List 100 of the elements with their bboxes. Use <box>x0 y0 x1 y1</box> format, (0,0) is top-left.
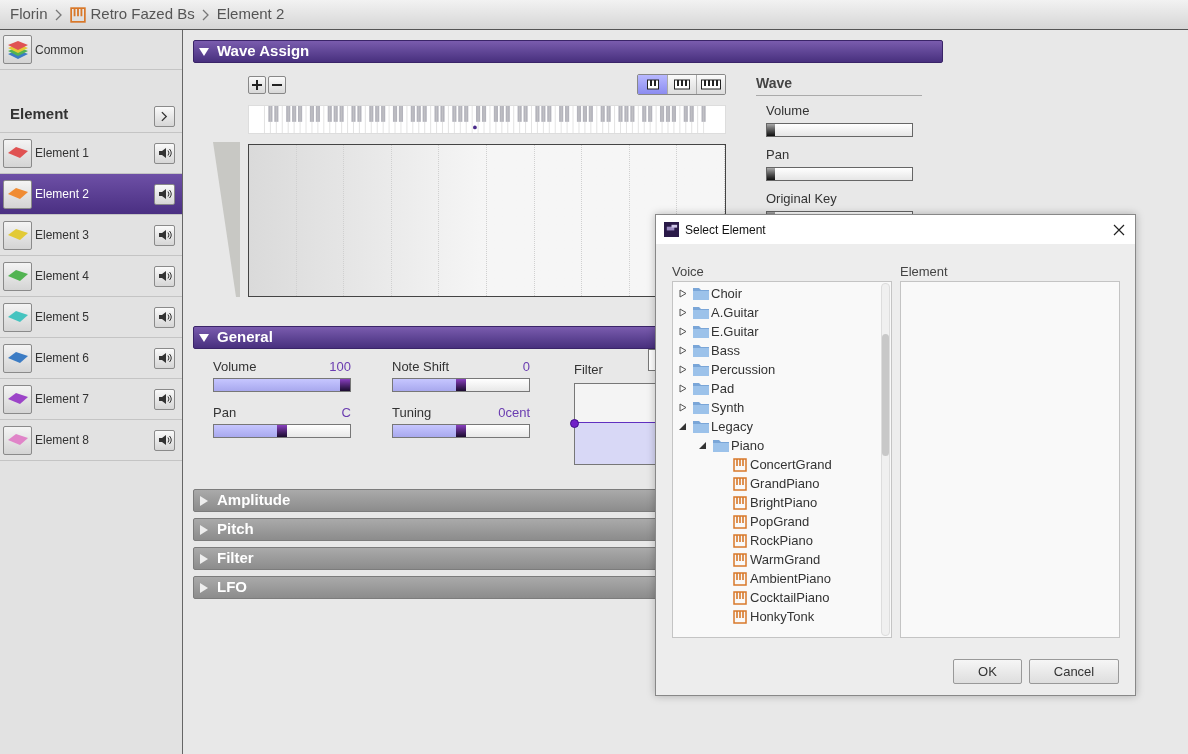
slider-thumb[interactable] <box>277 425 287 437</box>
common-button[interactable] <box>3 35 32 64</box>
expand-button[interactable] <box>154 106 175 127</box>
chevron-icon <box>201 8 210 21</box>
app-icon <box>664 222 679 237</box>
speaker-button[interactable] <box>154 347 175 369</box>
collapsed-triangle-icon[interactable] <box>679 289 687 298</box>
element-icon-button[interactable] <box>3 220 32 250</box>
element-row[interactable]: Element 3 <box>0 215 182 256</box>
section-header[interactable]: Wave Assign <box>193 40 943 63</box>
tree-item[interactable]: A.Guitar <box>673 303 891 322</box>
slider-label: Tuning <box>392 405 432 421</box>
tree-item[interactable]: Pad <box>673 379 891 398</box>
speaker-button[interactable] <box>154 429 175 451</box>
tree-item-label: HonkyTonk <box>750 607 815 626</box>
speaker-icon <box>157 393 172 405</box>
filter-label: Filter <box>574 361 603 379</box>
slider-thumb[interactable] <box>767 124 775 136</box>
slider-thumb[interactable] <box>456 425 466 437</box>
collapsed-triangle-icon[interactable] <box>679 308 687 317</box>
speaker-button[interactable] <box>154 183 175 205</box>
wave-heading: Wave <box>756 73 922 96</box>
filter-handle[interactable] <box>570 418 579 428</box>
folder-icon <box>693 382 709 395</box>
slider-thumb[interactable] <box>340 379 350 391</box>
slider-track[interactable] <box>766 167 913 181</box>
keyboard-zoom-button[interactable] <box>667 75 696 94</box>
keyboard-zoom-button[interactable] <box>696 75 725 94</box>
tree-item[interactable]: Percussion <box>673 360 891 379</box>
element-label: Element 6 <box>35 350 91 367</box>
speaker-button[interactable] <box>154 142 175 164</box>
element-icon-button[interactable] <box>3 261 32 291</box>
slider-label: Pan <box>213 405 237 421</box>
element-label: Element 2 <box>35 186 91 203</box>
speaker-button[interactable] <box>154 265 175 287</box>
element-icon-button[interactable] <box>3 138 32 168</box>
expand-arrow-icon <box>199 582 209 593</box>
speaker-button[interactable] <box>154 224 175 246</box>
zoom-in-button[interactable] <box>248 75 266 94</box>
breadcrumb-item[interactable]: Florin <box>10 3 48 26</box>
scrollbar[interactable] <box>881 283 890 636</box>
tree-item[interactable]: Legacy <box>673 417 891 436</box>
breadcrumb-item[interactable]: Element 2 <box>216 3 285 26</box>
slider-thumb[interactable] <box>767 168 775 180</box>
expand-arrow-icon <box>199 524 209 535</box>
collapsed-triangle-icon[interactable] <box>679 346 687 355</box>
folder-icon <box>713 439 729 452</box>
element-icon-button[interactable] <box>3 343 32 373</box>
tree-item-label: Piano <box>731 436 765 455</box>
slider-track[interactable] <box>213 378 351 392</box>
element-icon-button[interactable] <box>3 302 32 332</box>
collapsed-triangle-icon[interactable] <box>679 384 687 393</box>
slider-value: 0 <box>522 359 530 375</box>
element-row[interactable]: Element 8 <box>0 420 182 461</box>
slider-track[interactable] <box>213 424 351 438</box>
keyboard-zoom-button[interactable] <box>638 75 667 94</box>
chevron-icon <box>54 8 63 21</box>
tree-item[interactable]: Choir <box>673 284 891 303</box>
collapsed-triangle-icon[interactable] <box>679 365 687 374</box>
element-row[interactable]: Element 2 <box>0 174 182 215</box>
element-icon-button[interactable] <box>3 179 32 209</box>
tree-item-label: Legacy <box>711 417 753 436</box>
expand-arrow-icon <box>199 495 209 506</box>
element-icon-button[interactable] <box>3 425 32 455</box>
collapsed-triangle-icon[interactable] <box>679 403 687 412</box>
section-title: Amplitude <box>217 490 291 511</box>
zoom-out-button[interactable] <box>268 75 286 94</box>
common-label[interactable]: Common <box>35 40 84 59</box>
element-row[interactable]: Element 4 <box>0 256 182 297</box>
expanded-triangle-icon[interactable] <box>679 422 687 431</box>
dialog-button[interactable]: Cancel <box>1029 659 1119 684</box>
slider-label: Volume <box>213 359 257 375</box>
dialog-button[interactable]: OK <box>953 659 1022 684</box>
tree-item[interactable]: BrightPiano <box>673 493 891 512</box>
slider-track[interactable] <box>766 123 913 137</box>
slider-value: 100 <box>329 359 351 375</box>
collapsed-triangle-icon[interactable] <box>679 327 687 336</box>
tree-item[interactable]: Piano <box>673 436 891 455</box>
element-row[interactable]: Element 6 <box>0 338 182 379</box>
element-row[interactable]: Element 5 <box>0 297 182 338</box>
slider-track[interactable] <box>392 378 530 392</box>
piano-icon <box>733 457 747 472</box>
element-row[interactable]: Element 7 <box>0 379 182 420</box>
slider-thumb[interactable] <box>456 379 466 391</box>
breadcrumb-item[interactable]: Retro Fazed Bs <box>90 3 195 26</box>
slider-value: 0cent <box>498 405 530 421</box>
slider-track[interactable] <box>392 424 530 438</box>
tree-item[interactable]: Synth <box>673 398 891 417</box>
tree-item[interactable]: ConcertGrand <box>673 455 891 474</box>
speaker-button[interactable] <box>154 306 175 328</box>
expand-arrow-icon <box>199 553 209 564</box>
tree-item[interactable]: HonkyTonk <box>673 607 891 626</box>
tree-item-label: ConcertGrand <box>750 455 832 474</box>
tree-item-label: WarmGrand <box>750 550 821 569</box>
expanded-triangle-icon[interactable] <box>699 441 707 450</box>
folder-icon <box>693 420 709 433</box>
element-icon-button[interactable] <box>3 384 32 414</box>
piano-keys-icon <box>646 79 659 90</box>
speaker-button[interactable] <box>154 388 175 410</box>
tree-item[interactable]: WarmGrand <box>673 550 891 569</box>
